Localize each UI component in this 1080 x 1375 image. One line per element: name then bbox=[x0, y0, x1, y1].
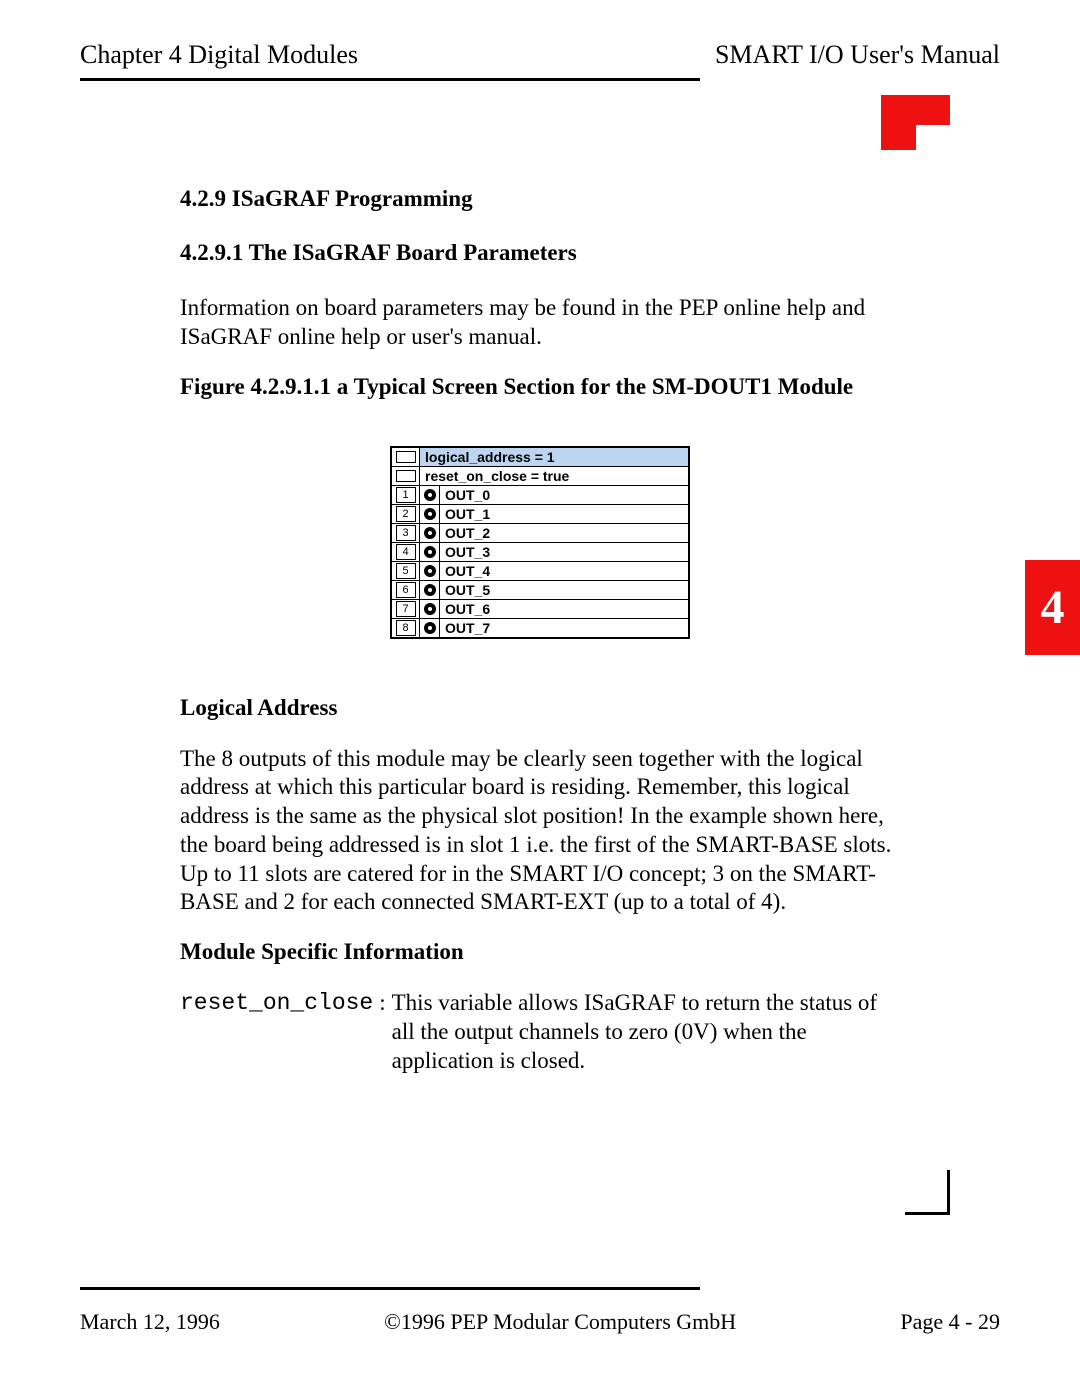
output-label: OUT_0 bbox=[440, 486, 688, 504]
output-label: OUT_2 bbox=[440, 524, 688, 542]
status-dot-icon bbox=[424, 565, 436, 577]
output-index: 1 bbox=[396, 487, 416, 503]
output-label: OUT_3 bbox=[440, 543, 688, 561]
chapter-tab: 4 bbox=[1025, 560, 1080, 655]
subsection-heading: 4.2.9.1 The ISaGRAF Board Parameters bbox=[180, 240, 900, 266]
output-row: 6 OUT_5 bbox=[392, 581, 688, 600]
output-row: 7 OUT_6 bbox=[392, 600, 688, 619]
output-row: 4 OUT_3 bbox=[392, 543, 688, 562]
footer-copyright: ©1996 PEP Modular Computers GmbH bbox=[384, 1309, 736, 1335]
status-dot-icon bbox=[424, 489, 436, 501]
output-index: 7 bbox=[396, 601, 416, 617]
chapter-header: Chapter 4 Digital Modules bbox=[80, 40, 358, 70]
param-icon bbox=[396, 470, 416, 482]
output-index: 5 bbox=[396, 563, 416, 579]
status-dot-icon bbox=[424, 527, 436, 539]
msi-heading: Module Specific Information bbox=[180, 939, 900, 965]
output-row: 8 OUT_7 bbox=[392, 619, 688, 637]
top-rule bbox=[80, 78, 700, 81]
crop-mark-icon bbox=[855, 95, 950, 150]
output-row: 1 OUT_0 bbox=[392, 486, 688, 505]
intro-paragraph: Information on board parameters may be f… bbox=[180, 294, 900, 352]
output-row: 5 OUT_4 bbox=[392, 562, 688, 581]
param-row: reset_on_close = true bbox=[392, 467, 688, 486]
output-label: OUT_6 bbox=[440, 600, 688, 618]
corner-crop-mark-icon bbox=[905, 1170, 950, 1215]
output-label: OUT_7 bbox=[440, 619, 688, 637]
section-heading: 4.2.9 ISaGRAF Programming bbox=[180, 186, 900, 212]
status-dot-icon bbox=[424, 603, 436, 615]
status-dot-icon bbox=[424, 546, 436, 558]
output-row: 3 OUT_2 bbox=[392, 524, 688, 543]
status-dot-icon bbox=[424, 584, 436, 596]
output-index: 8 bbox=[396, 620, 416, 636]
msi-entry: reset_on_close : This variable allows IS… bbox=[180, 989, 900, 1075]
param-row: logical_address = 1 bbox=[392, 448, 688, 467]
logical-address-heading: Logical Address bbox=[180, 695, 900, 721]
status-dot-icon bbox=[424, 622, 436, 634]
footer-page: Page 4 - 29 bbox=[900, 1309, 1000, 1335]
param-icon bbox=[396, 451, 416, 463]
logical-address-body: The 8 outputs of this module may be clea… bbox=[180, 745, 900, 918]
output-label: OUT_4 bbox=[440, 562, 688, 580]
output-label: OUT_1 bbox=[440, 505, 688, 523]
output-index: 6 bbox=[396, 582, 416, 598]
footer-date: March 12, 1996 bbox=[80, 1309, 220, 1335]
output-index: 3 bbox=[396, 525, 416, 541]
output-label: OUT_5 bbox=[440, 581, 688, 599]
manual-header: SMART I/O User's Manual bbox=[715, 40, 1000, 70]
msi-colon: : bbox=[379, 989, 385, 1075]
figure-caption: Figure 4.2.9.1.1 a Typical Screen Sectio… bbox=[180, 374, 900, 400]
status-dot-icon bbox=[424, 508, 436, 520]
output-index: 2 bbox=[396, 506, 416, 522]
output-index: 4 bbox=[396, 544, 416, 560]
param-label: logical_address = 1 bbox=[420, 448, 688, 466]
bottom-rule bbox=[80, 1287, 700, 1290]
isagraf-board-figure: logical_address = 1 reset_on_close = tru… bbox=[390, 446, 690, 639]
output-row: 2 OUT_1 bbox=[392, 505, 688, 524]
msi-key: reset_on_close bbox=[180, 989, 373, 1075]
msi-description: This variable allows ISaGRAF to return t… bbox=[392, 989, 900, 1075]
param-label: reset_on_close = true bbox=[420, 467, 688, 485]
